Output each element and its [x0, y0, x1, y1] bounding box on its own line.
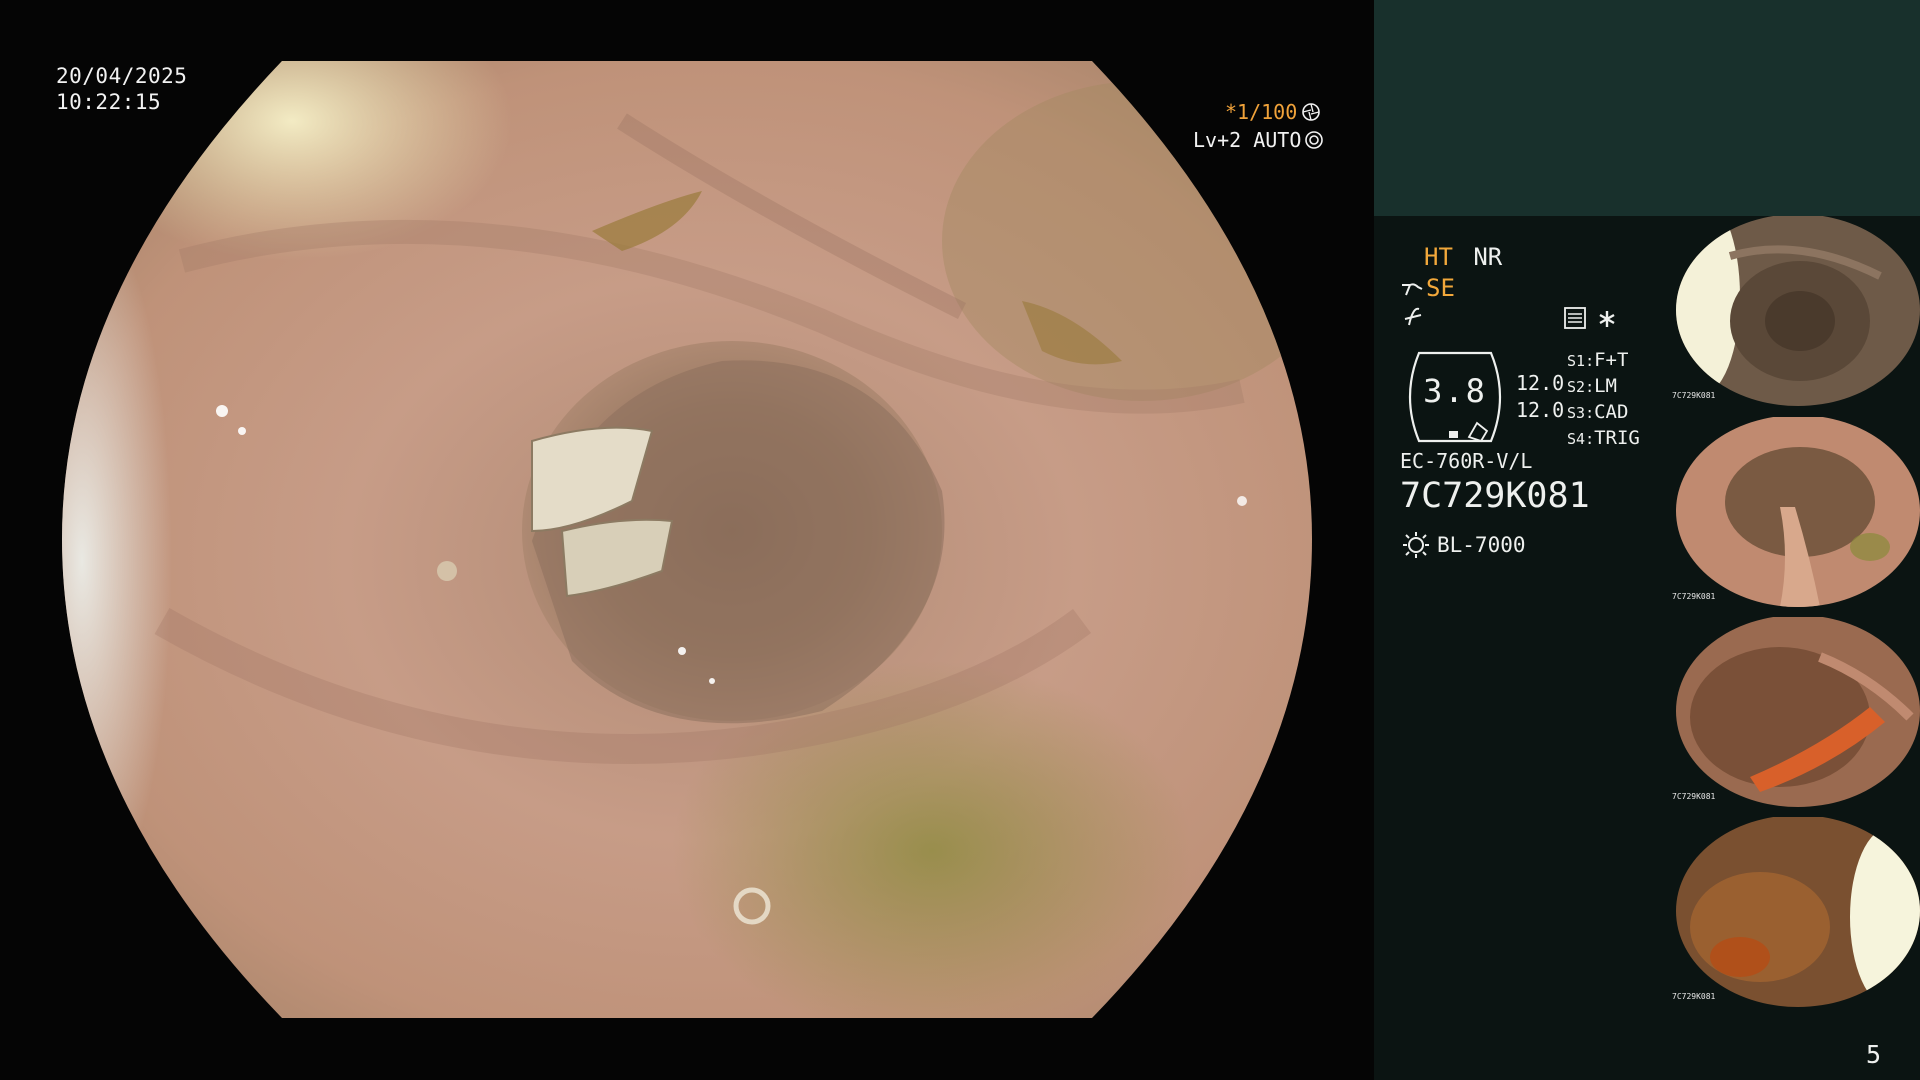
- iris-icon: [1305, 131, 1324, 149]
- thumbnail-2[interactable]: 7C729K081: [1670, 417, 1920, 612]
- se-label: SE: [1426, 274, 1455, 302]
- shutter-indicator: *1/100: [1225, 99, 1321, 125]
- light-source-label: BL-7000: [1437, 533, 1526, 557]
- endoscope-image: [62, 61, 1312, 1018]
- scope-model: EC-760R-V/L: [1400, 449, 1533, 473]
- level-indicator: Lv+2 AUTO: [1193, 127, 1324, 153]
- switch-s4: S4:TRIG: [1567, 427, 1640, 449]
- switch-s2: S2:LM: [1567, 375, 1617, 397]
- switch-assignments: S1:F+T S2:LM S3:CAD S4:TRIG: [1567, 348, 1640, 452]
- nr-label: NR: [1473, 243, 1503, 271]
- thumbnail-4[interactable]: 7C729K081: [1670, 817, 1920, 1012]
- aperture-icon: [1302, 103, 1321, 121]
- thumbnail-1-serial: 7C729K081: [1672, 391, 1716, 400]
- gauge-value: 3.8: [1423, 372, 1487, 410]
- page-number: 5: [1866, 1040, 1882, 1069]
- date-label: 20/04/2025: [56, 64, 188, 88]
- shutter-speed: *1/100: [1225, 100, 1298, 124]
- thumbnail-3[interactable]: 7C729K081: [1670, 617, 1920, 812]
- asterisk-icon: [1599, 311, 1615, 327]
- light-source-icon: [1403, 532, 1429, 558]
- level-label: Lv+2 AUTO: [1193, 128, 1302, 152]
- freeze-icon: [1404, 307, 1422, 326]
- thumbnail-2-serial: 7C729K081: [1672, 592, 1716, 601]
- structure-enhance-icon: [1402, 283, 1423, 296]
- thumbnail-1-image: [1670, 216, 1920, 411]
- structure-enhance-row: SE: [1400, 273, 1455, 303]
- thumbnail-1[interactable]: 7C729K081: [1670, 216, 1920, 411]
- thumbnail-3-image: [1670, 617, 1920, 812]
- thumbnail-2-image: [1670, 417, 1920, 612]
- switch-s1: S1:F+T: [1567, 349, 1629, 371]
- gauge-sub-value-1: 12.0: [1516, 371, 1565, 395]
- ht-label: HT: [1424, 243, 1453, 271]
- image-mode-row: HT NR: [1424, 243, 1502, 271]
- info-panel-header: [1374, 0, 1920, 216]
- gauge-sub-value-2: 12.0: [1516, 398, 1565, 422]
- time-label: 10:22:15: [56, 90, 162, 114]
- thumbnail-4-serial: 7C729K081: [1672, 992, 1716, 1001]
- settings-list-icon: [1564, 307, 1586, 329]
- scope-serial: 7C729K081: [1400, 476, 1590, 516]
- thumbnail-4-image: [1670, 817, 1920, 1012]
- thumbnail-3-serial: 7C729K081: [1672, 792, 1716, 801]
- switch-s3: S3:CAD: [1567, 401, 1629, 423]
- light-source-row: BL-7000: [1401, 530, 1526, 560]
